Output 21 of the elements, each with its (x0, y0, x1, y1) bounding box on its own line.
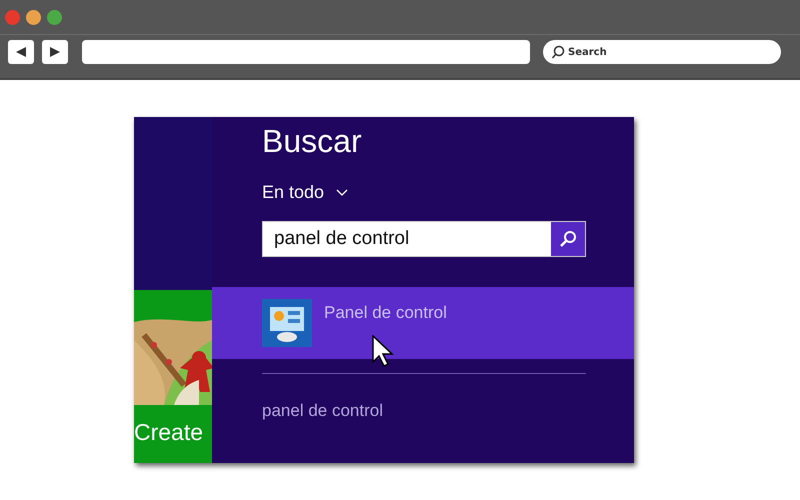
mouse-pointer-icon (372, 335, 394, 367)
chevron-icon (336, 188, 348, 196)
control-panel-icon (262, 299, 312, 347)
search-result[interactable]: Panel de control (212, 287, 634, 359)
maximize-dot[interactable] (47, 10, 62, 24)
forward-icon (49, 46, 61, 58)
close-dot[interactable] (5, 10, 20, 24)
search-button[interactable] (551, 222, 585, 256)
search-icon (559, 230, 577, 248)
search-icon (551, 45, 565, 59)
tile-label: Create (134, 419, 204, 446)
minimize-dot[interactable] (26, 10, 41, 24)
app-tile[interactable]: Create (134, 290, 212, 463)
panel-title: Buscar (262, 123, 363, 160)
forward-button[interactable] (42, 40, 68, 64)
back-icon (15, 46, 27, 58)
search-field[interactable]: Search (543, 40, 781, 64)
back-button[interactable] (8, 40, 34, 64)
search-suggestion[interactable]: panel de control (262, 401, 634, 421)
scope-dropdown[interactable]: En todo (262, 182, 348, 203)
search-box[interactable]: panel de control (262, 221, 586, 257)
